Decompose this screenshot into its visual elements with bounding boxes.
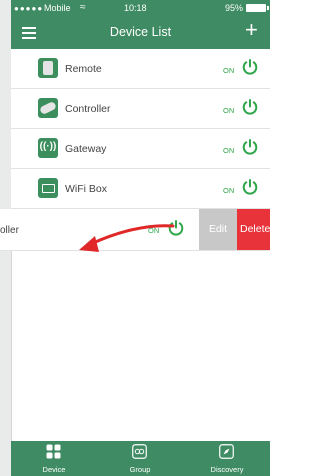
device-name: Controller xyxy=(65,103,111,115)
power-icon[interactable] xyxy=(241,58,259,76)
signal-dots: ●●●●● xyxy=(14,4,44,13)
clock: 10:18 xyxy=(124,3,147,13)
device-row[interactable]: WiFi Box ON xyxy=(11,169,270,209)
device-row[interactable]: ((·)) Gateway ON xyxy=(11,129,270,169)
device-state: ON xyxy=(223,186,235,195)
app-header: ●●●●● Mobile ≈ 10:18 95% Device List + xyxy=(11,0,270,49)
group-icon xyxy=(132,444,147,459)
tab-label: Device xyxy=(42,465,66,474)
device-row[interactable]: Controller ON xyxy=(11,89,270,129)
tab-device[interactable]: Device xyxy=(11,441,97,476)
power-icon[interactable] xyxy=(241,138,259,156)
device-name: oller xyxy=(0,225,19,236)
nav-bar: Device List + xyxy=(11,17,270,49)
device-grid-icon xyxy=(46,444,61,459)
power-icon[interactable] xyxy=(241,178,259,196)
device-state: ON xyxy=(223,66,235,75)
device-state: ON xyxy=(223,106,235,115)
wifi-icon: ≈ xyxy=(80,2,86,13)
remote-icon xyxy=(38,58,58,78)
tab-group[interactable]: Group xyxy=(97,441,183,476)
add-device-button[interactable]: + xyxy=(245,19,258,41)
battery-percent: 95% xyxy=(225,3,244,13)
page-title: Device List xyxy=(109,25,172,39)
tab-label: Discovery xyxy=(210,465,244,474)
controller-icon xyxy=(38,98,58,118)
device-name: Remote xyxy=(65,63,102,75)
tab-label: Group xyxy=(129,465,151,474)
device-name: WiFi Box xyxy=(65,183,107,195)
gateway-icon: ((·)) xyxy=(38,138,58,158)
delete-button[interactable]: Delete xyxy=(237,209,270,250)
power-icon[interactable] xyxy=(241,98,259,116)
wifi-box-icon xyxy=(38,178,58,198)
tab-discovery[interactable]: Discovery xyxy=(184,441,270,476)
device-state: ON xyxy=(223,146,235,155)
device-name: Gateway xyxy=(65,143,107,155)
tab-bar: Device Group Discovery xyxy=(11,441,270,476)
swipe-arrow-icon xyxy=(79,224,175,252)
carrier-label: Mobile xyxy=(44,3,71,13)
edit-button[interactable]: Edit xyxy=(199,209,237,250)
battery-icon xyxy=(246,4,269,12)
device-row[interactable]: Remote ON xyxy=(11,49,270,89)
discovery-icon xyxy=(219,444,234,459)
app-screen: ●●●●● Mobile ≈ 10:18 95% Device List + R… xyxy=(0,0,270,476)
status-bar: ●●●●● Mobile ≈ 10:18 95% xyxy=(11,0,270,17)
